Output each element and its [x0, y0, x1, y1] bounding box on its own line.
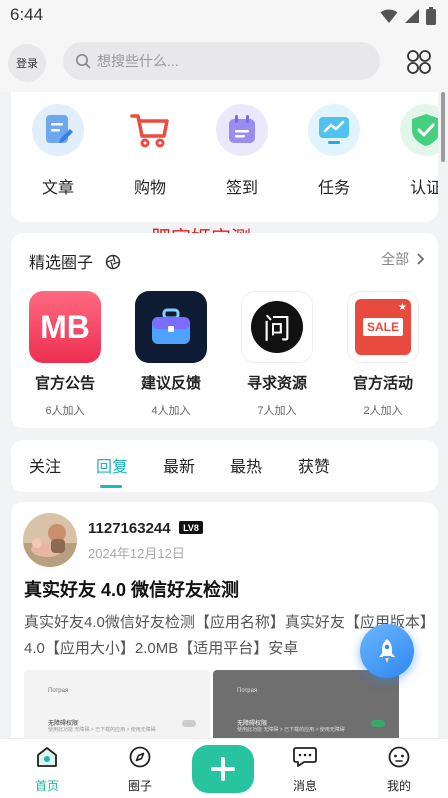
- search-placeholder: 想搜些什么...: [97, 53, 179, 69]
- post-card[interactable]: 1127163244 LV8 2024年12月12日 真实好友 4.0 微信好友…: [11, 502, 438, 742]
- shield-check-icon: [400, 104, 438, 156]
- chevron-right-icon: [417, 253, 425, 265]
- feed-tabs: 关注 回复 最新 最热 获赞: [11, 440, 438, 492]
- circle-item-feedback[interactable]: 建议反馈 4人加入: [121, 291, 221, 418]
- quick-action-checkin[interactable]: 签到: [202, 104, 282, 198]
- nav-circles[interactable]: 圈子: [110, 745, 170, 794]
- sale-tag-icon: SALE ★: [347, 291, 419, 363]
- circle-name: 官方活动: [352, 375, 413, 392]
- circle-name: 官方公告: [34, 375, 95, 392]
- quick-action-label: 签到: [225, 180, 258, 197]
- rocket-icon: [379, 639, 395, 663]
- chat-bubble-icon: [293, 747, 317, 767]
- status-bar: 6:44: [0, 0, 448, 32]
- search-bar[interactable]: 想搜些什么...: [63, 42, 380, 80]
- article-icon: [32, 104, 84, 156]
- circle-name: 寻求资源: [246, 375, 307, 392]
- circle-member-count: 4人加入: [151, 405, 191, 417]
- view-all-link[interactable]: 全部: [381, 249, 426, 269]
- tab-hottest[interactable]: 最热: [230, 453, 262, 477]
- page-scrollbar[interactable]: [441, 92, 445, 162]
- post-title[interactable]: 真实好友 4.0 微信好友检测: [24, 576, 239, 602]
- signal-icon: [405, 9, 419, 23]
- post-image-thumbnail[interactable]: Потрая 无障碍权限 使用此功能 无障碍 > 已下载的应用 > 使用无障碍: [24, 670, 210, 742]
- nav-profile[interactable]: 我的: [369, 745, 429, 794]
- post-username[interactable]: 1127163244: [88, 520, 171, 537]
- quick-action-label: 认证: [409, 180, 438, 197]
- active-tab-indicator: [100, 485, 122, 488]
- status-icons: [380, 7, 436, 25]
- nav-label: 我的: [386, 779, 411, 793]
- circle-member-count: 7人加入: [257, 405, 297, 417]
- face-icon: [388, 746, 410, 768]
- quick-action-shopping[interactable]: 购物: [110, 104, 190, 198]
- status-time: 6:44: [10, 5, 44, 24]
- circle-name: 建议反馈: [140, 375, 201, 392]
- thumbnail-subtext: 使用此功能 无障碍 > 已下载的应用 > 使用无障碍: [48, 727, 156, 733]
- quick-actions-card: 文章 购物 签到 任务 认证: [11, 92, 438, 222]
- cart-icon: [124, 104, 176, 156]
- view-all-label: 全部: [381, 251, 410, 267]
- thumbnail-title: Потрая: [237, 688, 258, 694]
- circle-item-resources[interactable]: 问 寻求资源 7人加入: [227, 291, 327, 418]
- circle-member-count: 2人加入: [363, 405, 403, 417]
- toggle-icon: [182, 720, 196, 727]
- login-button[interactable]: 登录: [8, 44, 46, 82]
- plus-icon: [211, 757, 235, 781]
- tab-latest[interactable]: 最新: [163, 453, 195, 477]
- section-title: 精选圈子: [29, 249, 121, 273]
- toggle-icon: [371, 720, 385, 727]
- avatar[interactable]: [23, 513, 77, 567]
- featured-circles-card: 精选圈子 全部 MB 官方公告 6人加入 建议反馈 4人加入 问 寻求资源 7人…: [11, 233, 438, 428]
- circle-icon-text: 问: [262, 313, 291, 344]
- quick-action-label: 购物: [133, 180, 166, 197]
- bottom-nav: 首页 圈子 消息 我的: [0, 738, 448, 798]
- quick-action-article[interactable]: 文章: [18, 104, 98, 198]
- calendar-icon: [216, 104, 268, 156]
- tab-reply[interactable]: 回复: [96, 453, 128, 477]
- mb-logo-icon: MB: [29, 291, 101, 363]
- post-date: 2024年12月12日: [88, 546, 185, 561]
- star-icon: ★: [398, 302, 407, 313]
- level-badge: LV8: [179, 521, 203, 534]
- nav-label: 消息: [292, 779, 317, 793]
- quick-action-label: 任务: [317, 180, 350, 197]
- thumbnail-subtext: 使用此功能 无障碍 > 已下载的应用 > 使用无障碍: [237, 727, 345, 733]
- circle-member-count: 6人加入: [45, 405, 85, 417]
- tab-liked[interactable]: 获赞: [298, 453, 330, 477]
- tab-follow[interactable]: 关注: [29, 453, 61, 477]
- aperture-icon: [106, 254, 121, 270]
- grid-menu-icon[interactable]: [405, 48, 433, 76]
- quick-action-task[interactable]: 任务: [294, 104, 374, 198]
- briefcase-icon: [135, 291, 207, 363]
- quick-action-label: 文章: [41, 180, 74, 197]
- circle-item-announcements[interactable]: MB 官方公告 6人加入: [15, 291, 115, 418]
- add-post-button[interactable]: [192, 745, 254, 793]
- circle-icon-text: SALE: [362, 318, 403, 336]
- compass-icon: [129, 746, 151, 768]
- circle-icon-text: MB: [40, 308, 90, 345]
- nav-home[interactable]: 首页: [17, 745, 77, 794]
- scroll-top-button[interactable]: [360, 624, 414, 678]
- top-bar: 登录 想搜些什么...: [0, 32, 448, 92]
- nav-label: 首页: [34, 779, 59, 793]
- wifi-icon: [380, 9, 398, 23]
- search-icon: [76, 54, 91, 69]
- home-icon: [37, 747, 57, 767]
- circle-item-events[interactable]: SALE ★ 官方活动 2人加入: [333, 291, 433, 418]
- post-image-thumbnail[interactable]: Потрая 无障碍权限 使用此功能 无障碍 > 已下载的应用 > 使用无障碍: [213, 670, 399, 742]
- section-title-text: 精选圈子: [29, 255, 94, 272]
- quick-action-verify[interactable]: 认证: [386, 104, 438, 198]
- question-logo-icon: 问: [241, 291, 313, 363]
- battery-icon: [426, 7, 436, 25]
- thumbnail-title: Потрая: [48, 688, 69, 694]
- nav-messages[interactable]: 消息: [275, 745, 335, 794]
- nav-label: 圈子: [127, 779, 152, 793]
- monitor-icon: [308, 104, 360, 156]
